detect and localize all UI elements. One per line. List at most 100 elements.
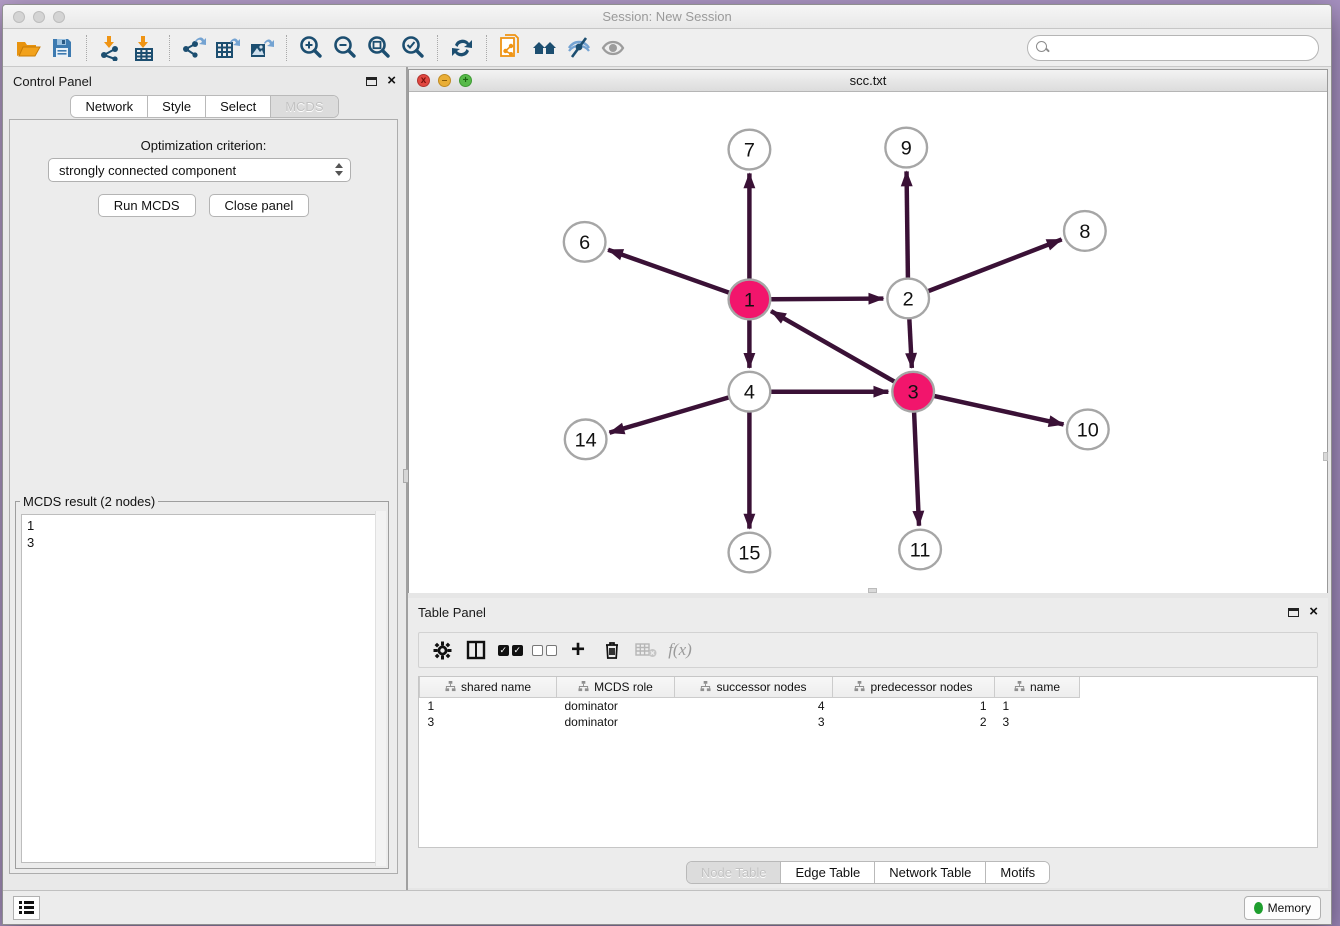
column-header-MCDS-role[interactable]: MCDS role bbox=[557, 677, 675, 697]
minimize-window-button[interactable] bbox=[33, 11, 45, 23]
maximize-window-button[interactable] bbox=[53, 11, 65, 23]
network-window-titlebar[interactable]: x – + scc.txt bbox=[409, 70, 1327, 92]
toolbar-separator bbox=[286, 35, 287, 61]
graph-node-14[interactable]: 14 bbox=[565, 420, 607, 460]
add-row-icon[interactable]: + bbox=[563, 636, 593, 664]
tab-style[interactable]: Style bbox=[148, 96, 206, 117]
tab-network[interactable]: Network bbox=[71, 96, 148, 117]
graph-node-11[interactable]: 11 bbox=[899, 530, 941, 570]
export-image-icon[interactable] bbox=[245, 33, 279, 63]
status-bar: Memory bbox=[3, 890, 1331, 924]
column-header-shared-name[interactable]: shared name bbox=[420, 677, 557, 697]
export-table-icon[interactable] bbox=[211, 33, 245, 63]
edge-3-10[interactable] bbox=[934, 396, 1063, 424]
mcds-result-text[interactable]: 1 3 bbox=[21, 514, 383, 863]
column-header-predecessor-nodes[interactable]: predecessor nodes bbox=[833, 677, 995, 697]
table-row[interactable]: 1dominator411 bbox=[420, 697, 1080, 714]
tab-mcds[interactable]: MCDS bbox=[271, 96, 337, 117]
toolbar-separator bbox=[486, 35, 487, 61]
toolbar-separator bbox=[169, 35, 170, 61]
zoom-out-icon[interactable] bbox=[328, 33, 362, 63]
hierarchy-icon bbox=[854, 681, 865, 692]
edge-3-1[interactable] bbox=[771, 311, 894, 381]
graph-node-7[interactable]: 7 bbox=[729, 130, 771, 170]
graph-node-8[interactable]: 8 bbox=[1064, 211, 1106, 251]
tab-node-table[interactable]: Node Table bbox=[687, 862, 782, 883]
table-panel: Table Panel × bbox=[408, 598, 1328, 888]
svg-text:1: 1 bbox=[744, 289, 755, 311]
graph-node-3[interactable]: 3 bbox=[892, 372, 934, 412]
toolbar-separator bbox=[437, 35, 438, 61]
run-mcds-button[interactable]: Run MCDS bbox=[98, 194, 196, 217]
edge-1-2[interactable] bbox=[771, 299, 883, 300]
first-neighbors-icon[interactable] bbox=[528, 33, 562, 63]
graph-node-2[interactable]: 2 bbox=[887, 279, 929, 319]
save-session-icon[interactable] bbox=[45, 33, 79, 63]
graph-node-9[interactable]: 9 bbox=[885, 128, 927, 168]
search-input[interactable] bbox=[1027, 35, 1319, 61]
hide-selected-icon[interactable] bbox=[562, 33, 596, 63]
function-builder-icon: f(x) bbox=[665, 636, 695, 664]
export-network-icon[interactable] bbox=[177, 33, 211, 63]
close-window-button[interactable] bbox=[13, 11, 25, 23]
vertical-split-grip[interactable] bbox=[1323, 452, 1328, 461]
edge-1-6[interactable] bbox=[608, 250, 729, 293]
search-icon bbox=[1036, 41, 1049, 54]
svg-text:8: 8 bbox=[1079, 221, 1090, 243]
graph-node-1[interactable]: 1 bbox=[729, 280, 771, 320]
table-options-icon[interactable] bbox=[427, 636, 457, 664]
zoom-fit-icon[interactable] bbox=[362, 33, 396, 63]
edge-2-8[interactable] bbox=[929, 239, 1062, 291]
show-column-icon[interactable] bbox=[461, 636, 491, 664]
hierarchy-icon bbox=[445, 681, 456, 692]
show-all-icon bbox=[596, 33, 630, 63]
mcds-panel: Optimization criterion: strongly connect… bbox=[9, 119, 398, 874]
network-minimize-button[interactable]: – bbox=[438, 74, 451, 87]
tab-motifs[interactable]: Motifs bbox=[986, 862, 1049, 883]
zoom-selected-icon[interactable] bbox=[396, 33, 430, 63]
delete-row-icon[interactable] bbox=[597, 636, 627, 664]
tab-select[interactable]: Select bbox=[206, 96, 271, 117]
tab-network-table[interactable]: Network Table bbox=[875, 862, 986, 883]
zoom-in-icon[interactable] bbox=[294, 33, 328, 63]
select-all-icon[interactable] bbox=[495, 636, 525, 664]
edge-4-14[interactable] bbox=[609, 398, 728, 433]
edge-3-11[interactable] bbox=[914, 413, 919, 526]
delete-table-icon bbox=[631, 636, 661, 664]
graph-node-10[interactable]: 10 bbox=[1067, 410, 1109, 450]
table-panel-title: Table Panel bbox=[418, 605, 486, 620]
column-header-successor-nodes[interactable]: successor nodes bbox=[675, 677, 833, 697]
graph-node-15[interactable]: 15 bbox=[729, 533, 771, 573]
import-network-icon[interactable] bbox=[94, 33, 128, 63]
network-maximize-button[interactable]: + bbox=[459, 74, 472, 87]
dropdown-stepper-icon bbox=[335, 163, 343, 176]
close-table-panel-icon[interactable]: × bbox=[1309, 607, 1318, 617]
result-scrollbar[interactable] bbox=[375, 511, 386, 866]
svg-text:11: 11 bbox=[910, 539, 931, 561]
close-panel-icon[interactable]: × bbox=[387, 76, 396, 86]
tab-edge-table[interactable]: Edge Table bbox=[781, 862, 875, 883]
close-panel-button[interactable]: Close panel bbox=[209, 194, 310, 217]
open-session-icon[interactable] bbox=[11, 33, 45, 63]
float-table-panel-icon[interactable] bbox=[1288, 608, 1299, 617]
toolbar-separator bbox=[86, 35, 87, 61]
graph-node-6[interactable]: 6 bbox=[564, 222, 606, 262]
apply-layout-icon[interactable] bbox=[445, 33, 479, 63]
clone-network-icon[interactable] bbox=[494, 33, 528, 63]
network-close-button[interactable]: x bbox=[417, 74, 430, 87]
edge-2-3[interactable] bbox=[909, 319, 911, 368]
edge-2-9[interactable] bbox=[907, 171, 908, 277]
table-row[interactable]: 3dominator323 bbox=[420, 714, 1080, 730]
graph-node-4[interactable]: 4 bbox=[729, 372, 771, 412]
svg-text:9: 9 bbox=[901, 138, 912, 160]
criterion-dropdown[interactable]: strongly connected component bbox=[48, 158, 351, 182]
column-header-name[interactable]: name bbox=[995, 677, 1080, 697]
horizontal-split-grip[interactable] bbox=[868, 588, 877, 593]
memory-button[interactable]: Memory bbox=[1244, 896, 1321, 920]
task-history-button[interactable] bbox=[13, 896, 40, 920]
import-table-icon[interactable] bbox=[128, 33, 162, 63]
unselect-all-icon[interactable] bbox=[529, 636, 559, 664]
network-canvas[interactable]: 7 9 6 8 1 2 4 3 14 10 15 11 bbox=[409, 92, 1327, 593]
float-panel-icon[interactable] bbox=[366, 77, 377, 86]
window-controls bbox=[13, 11, 65, 23]
